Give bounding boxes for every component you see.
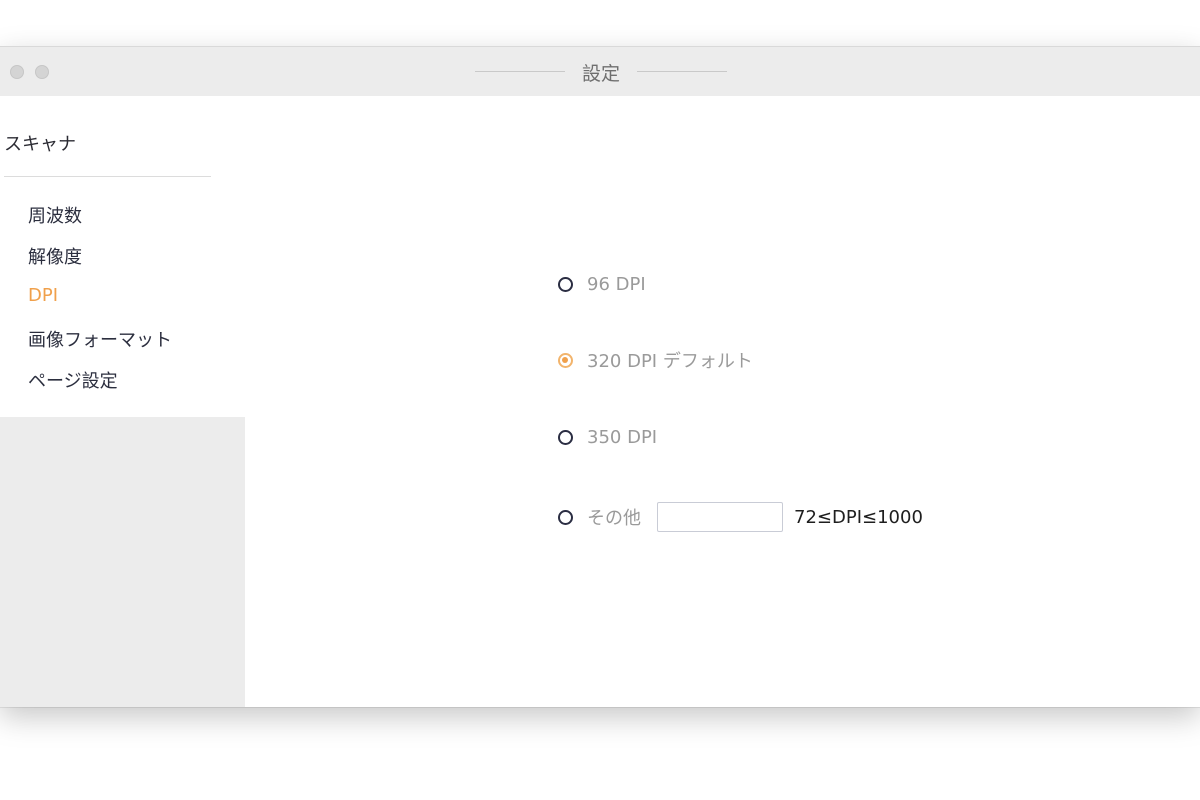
close-window-button[interactable] (10, 65, 24, 79)
sidebar-item-image-format[interactable]: 画像フォーマット (28, 326, 172, 352)
sidebar-item-frequency[interactable]: 周波数 (28, 202, 82, 228)
dpi-option-350[interactable]: 350 DPI (558, 425, 657, 449)
dpi-option-other[interactable]: その他 72≤DPI≤1000 (558, 502, 923, 532)
dpi-option-96[interactable]: 96 DPI (558, 272, 646, 296)
sidebar-item-resolution[interactable]: 解像度 (28, 243, 82, 269)
radio-other-dpi[interactable] (558, 509, 573, 525)
custom-dpi-input[interactable] (657, 502, 783, 532)
sidebar-menu: スキャナ 周波数 解像度 DPI 画像フォーマット ページ設定 (0, 96, 245, 417)
title-divider-right (637, 71, 727, 72)
dpi-settings-panel: 96 DPI 320 DPI デフォルト 350 DPI その他 72≤DPI≤… (245, 96, 1200, 707)
radio-96-dpi[interactable] (558, 276, 573, 292)
dpi-option-label: その他 (587, 508, 641, 529)
window-title: 設定 (581, 63, 620, 85)
radio-320-dpi[interactable] (558, 352, 573, 368)
title-bar: 設定 (0, 47, 1200, 96)
dpi-range-hint: 72≤DPI≤1000 (794, 506, 923, 528)
sidebar-heading: スキャナ (4, 134, 76, 155)
settings-window: 設定 スキャナ 周波数 解像度 DPI 画像フォーマット ページ設定 96 DP… (0, 46, 1200, 707)
dpi-option-label: 350 DPI (587, 426, 658, 448)
sidebar-divider (4, 176, 211, 177)
radio-350-dpi[interactable] (558, 429, 573, 445)
title-divider-left (475, 71, 565, 72)
sidebar: スキャナ 周波数 解像度 DPI 画像フォーマット ページ設定 (0, 96, 245, 707)
minimize-window-button[interactable] (35, 65, 49, 79)
sidebar-item-page-settings[interactable]: ページ設定 (28, 367, 118, 393)
dpi-option-320[interactable]: 320 DPI デフォルト (558, 348, 753, 372)
sidebar-item-dpi[interactable]: DPI (28, 285, 58, 306)
dpi-option-label: 96 DPI (587, 273, 646, 295)
dpi-option-label: 320 DPI デフォルト (587, 351, 753, 372)
